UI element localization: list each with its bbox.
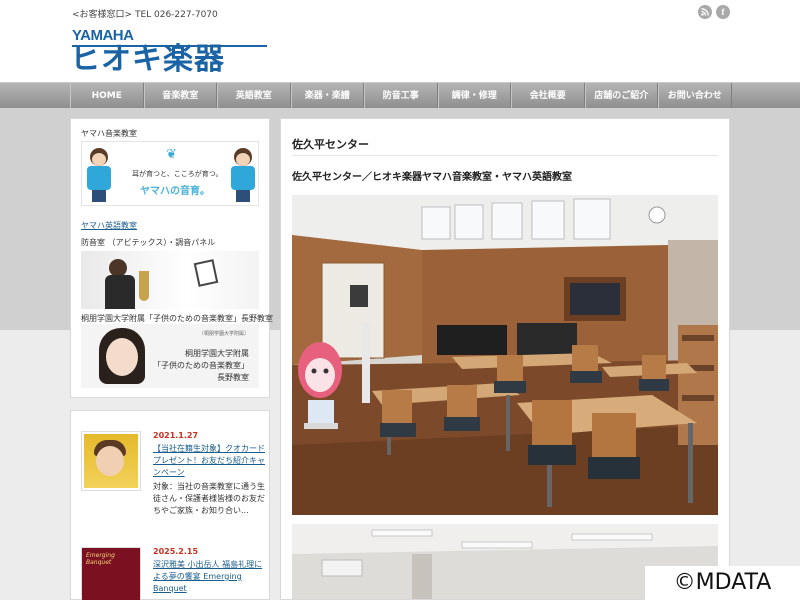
news-thumbnail[interactable] [81,431,141,491]
banner3-small: 〔桐朋学園大学附属〕 [198,331,249,337]
site-header: <お客様窓口> TEL 026-227-7070 f YAMAHA ヒオキ楽器 [0,0,800,82]
news-title-link[interactable]: 深沢雅美 小出岳人 福島礼理による夢の饗宴 Emerging Banquet [153,559,265,595]
saxophonist-body [105,275,135,309]
watermark: ©MDATA [645,566,800,600]
banner3-line1: 桐朋学園大学附属 [185,349,249,358]
news-excerpt: 対象：当社の音楽教室に通う生徒さん・保護者様皆様のお友だちやご家族・お知り合い.… [153,482,265,515]
music-school-title[interactable]: ヤマハ音楽教室 [81,128,137,139]
child-illustration [228,146,258,204]
banner3-line2: 「子供のための音楽教室」 [153,361,249,370]
page-title: 佐久平センター [292,138,369,151]
toho-title[interactable]: 桐朋学園大学附属「子供のための音楽教室」長野教室 [81,313,273,324]
news-date: 2021.1.27 [153,431,199,440]
nav-item[interactable]: 英語教室 [217,83,291,109]
banner3-line3: 長野教室 [217,373,249,382]
toho-banner[interactable]: 〔桐朋学園大学附属〕 桐朋学園大学附属 「子供のための音楽教室」 長野教室 [81,324,259,388]
nav-item[interactable]: 音楽教室 [143,83,217,109]
contact-phone: <お客様窓口> TEL 026-227-7070 [72,10,218,20]
news-thumb-text: Emerging Banquet [86,552,115,566]
rss-icon-glyph [701,8,709,16]
news-thumbnail[interactable]: Emerging Banquet [81,547,141,600]
rss-icon[interactable] [698,5,712,19]
nav-item[interactable]: 楽器・楽譜 [290,83,364,109]
soundproof-banner[interactable] [81,251,259,309]
title-divider [292,155,718,156]
classroom-photo-drawing [292,195,718,515]
nav-item[interactable]: 防音工事 [364,83,438,109]
english-school-link[interactable]: ヤマハ英語教室 [81,220,137,231]
music-school-banner[interactable]: ❦ 耳が育つと、こころが育つ。 ヤマハの音育。 [81,141,259,206]
nav-item[interactable]: 調律・修理 [437,83,511,109]
girl-photo-face [106,338,138,376]
classroom-photo [292,195,718,515]
nav-items: HOME 音楽教室 英語教室 楽器・楽譜 防音工事 調律・修理 会社概要 店舗のご紹介 お問い合… [70,83,732,109]
nav-item[interactable]: お問い合わせ [658,83,732,109]
music-stand-icon [193,259,219,287]
sidebar-links: ヤマハ音楽教室 ❦ 耳が育つと、こころが育つ。 ヤマハの音育。 ヤマハ英語教室 … [70,118,273,398]
news-title-link[interactable]: 【当社在籍生対象】クオカードプレゼント！お友だち紹介キャンペーン [153,443,265,479]
soundproof-title[interactable]: 防音室 （アビテックス）・調音パネル [81,237,215,248]
sidebar-news: 2021.1.27 【当社在籍生対象】クオカードプレゼント！お友だち紹介キャンペ… [70,410,270,600]
banner1-sub: ヤマハの音育。 [140,186,210,197]
page-subtitle: 佐久平センター／ヒオキ楽器ヤマハ音楽教室・ヤマハ英語教室 [292,172,572,183]
logo-hioki[interactable]: ヒオキ楽器 [70,43,225,77]
nav-item[interactable]: 店舗のご紹介 [584,83,658,109]
main-content: 佐久平センター 佐久平センター／ヒオキ楽器ヤマハ音楽教室・ヤマハ英語教室 [280,118,730,600]
banner1-text: 耳が育つと、こころが育つ。 [132,170,223,178]
facebook-icon[interactable]: f [716,5,730,19]
main-nav: HOME 音楽教室 英語教室 楽器・楽譜 防音工事 調律・修理 会社概要 店舗のご紹介 お問い合… [0,82,800,109]
nav-item[interactable]: 会社概要 [511,83,585,109]
child-illustration [84,146,114,204]
nav-item[interactable]: HOME [70,83,144,109]
sprout-icon: ❦ [166,147,177,162]
saxophone-icon [139,271,149,301]
news-date: 2025.2.15 [153,547,199,556]
